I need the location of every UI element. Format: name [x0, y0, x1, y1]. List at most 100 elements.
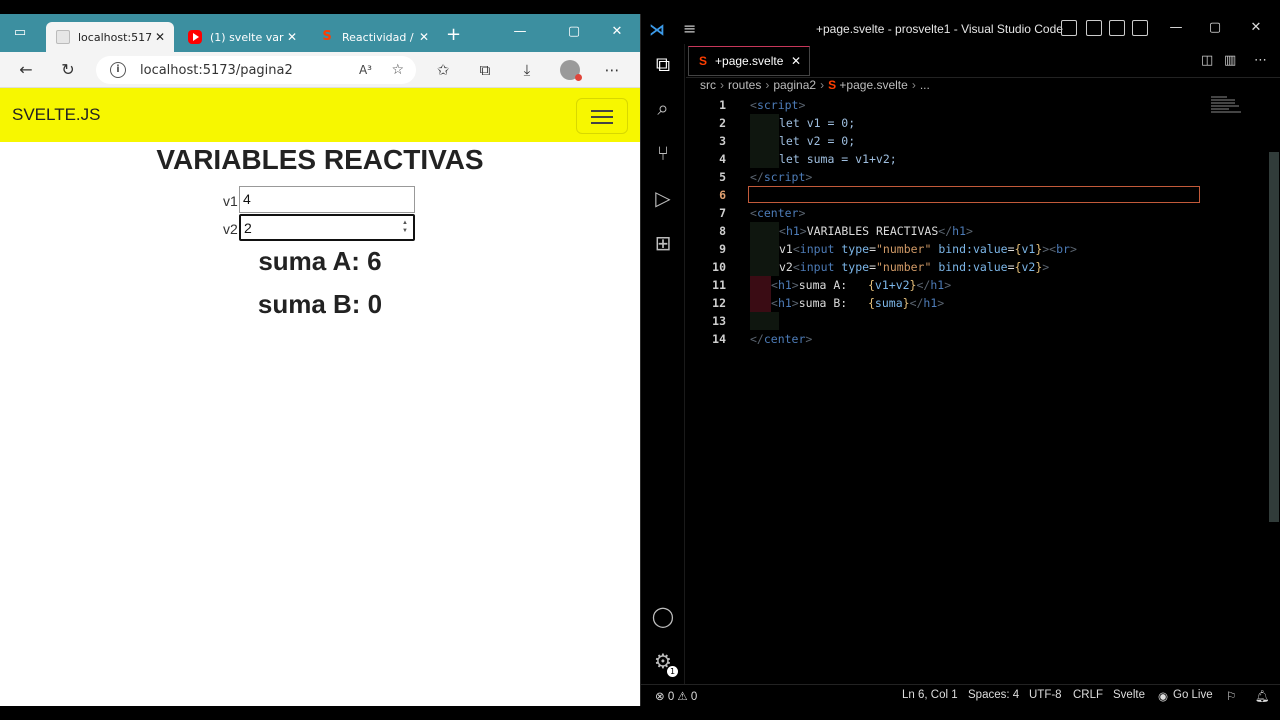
add-favorite-icon[interactable]: ☆: [391, 62, 404, 78]
page-icon: [56, 30, 70, 44]
go-live-button[interactable]: Go Live: [1173, 689, 1213, 701]
problems-status[interactable]: ⊗ 0 ⚠ 0: [655, 689, 697, 703]
open-preview-icon[interactable]: ◫: [1201, 53, 1213, 68]
editor-tabs: S +page.svelte ✕ ◫ ▥ ⋯: [686, 44, 1280, 78]
browser-tab-localhost[interactable]: localhost:5173/pagina2 ✕: [46, 22, 174, 52]
search-icon[interactable]: ⌕: [649, 94, 677, 122]
editor-tab-page-svelte[interactable]: S +page.svelte ✕: [688, 46, 810, 76]
vertical-scrollbar[interactable]: [1269, 152, 1279, 522]
tab-title: localhost:5173/pagina2: [78, 30, 152, 44]
breadcrumb-item[interactable]: pagina2: [773, 78, 816, 92]
breadcrumb-item[interactable]: +page.svelte: [839, 78, 907, 92]
maximize-icon[interactable]: ▢: [564, 25, 584, 39]
favorites-icon[interactable]: ✩: [432, 60, 454, 80]
close-icon[interactable]: ✕: [284, 30, 300, 44]
v2-label: v2: [223, 221, 238, 237]
number-spinner[interactable]: ▲ ▼: [400, 219, 410, 237]
navbar: SVELTE.JS: [0, 88, 640, 142]
code-line: 8 <h1>VARIABLES REACTIVAS</h1>: [719, 222, 973, 240]
window-title: +page.svelte - prosvelte1 - Visual Studi…: [816, 22, 1063, 36]
breadcrumb-item[interactable]: src: [700, 78, 716, 92]
menu-icon[interactable]: ≡: [683, 19, 696, 38]
downloads-icon[interactable]: ⤓: [516, 60, 538, 80]
encoding-status[interactable]: UTF-8: [1029, 689, 1062, 701]
code-line: 12 <h1>suma B: {suma}</h1>: [712, 294, 945, 312]
read-aloud-icon[interactable]: A³: [359, 63, 372, 77]
vscode-window: ⋊ ≡ +page.svelte - prosvelte1 - Visual S…: [640, 14, 1280, 706]
address-bar[interactable]: i localhost:5173/pagina2 A³ ☆: [96, 56, 416, 84]
browser-toolbar: ← ↻ i localhost:5173/pagina2 A³ ☆ ✩ ⧉ ⤓ …: [0, 52, 640, 88]
desktop: ▭ localhost:5173/pagina2 ✕ (1) svelte va…: [0, 0, 1280, 720]
code-line: 1 <script>: [719, 98, 806, 112]
svelte-file-icon: S: [699, 54, 708, 68]
new-tab-icon[interactable]: +: [446, 26, 461, 44]
breadcrumb-item[interactable]: ...: [920, 78, 930, 92]
close-icon[interactable]: ✕: [152, 30, 168, 44]
hamburger-line: [591, 122, 613, 124]
activity-bar: ⧉ ⌕ ⑂ ▷ ⊞ ◯ ⚙ 1: [641, 44, 685, 690]
collections-icon[interactable]: ⧉: [474, 60, 496, 80]
editor-tab-label: +page.svelte: [715, 54, 784, 68]
source-control-icon[interactable]: ⑂: [649, 139, 677, 167]
vscode-titlebar: ⋊ ≡ +page.svelte - prosvelte1 - Visual S…: [641, 14, 1280, 44]
page-content: SVELTE.JS VARIABLES REACTIVAS v1 4 v2 2 …: [0, 88, 640, 706]
back-icon[interactable]: ←: [16, 60, 36, 80]
more-icon[interactable]: ⋯: [601, 60, 623, 80]
v1-input[interactable]: 4: [239, 186, 415, 213]
toggle-sidebar-icon[interactable]: [1061, 20, 1077, 36]
code-editor[interactable]: 1 <script> 2 let v1 = 0; 3 let v2 = 0; 4 let…: [686, 96, 1280, 686]
extensions-icon[interactable]: ⊞: [649, 229, 677, 257]
toggle-panel-icon[interactable]: [1086, 20, 1102, 36]
code-line: 3 let v2 = 0;: [719, 132, 856, 150]
current-line-highlight: [748, 186, 1200, 203]
code-line: 4 let suma = v1+v2;: [719, 150, 897, 168]
suma-a-heading: suma A: 6: [258, 246, 382, 276]
accounts-icon[interactable]: ◯: [649, 602, 677, 630]
explorer-icon[interactable]: ⧉: [649, 50, 677, 78]
minimap[interactable]: [1211, 96, 1251, 136]
customize-layout-icon[interactable]: [1132, 20, 1148, 36]
toggle-secondary-sidebar-icon[interactable]: [1109, 20, 1125, 36]
browser-tab-youtube[interactable]: (1) svelte variables reactivas ✕: [178, 22, 306, 52]
v2-input[interactable]: 2 ▲ ▼: [239, 214, 415, 241]
breadcrumb: src › routes › pagina2 › S +page.svelte ›...: [700, 78, 930, 92]
hamburger-line: [591, 110, 613, 112]
v1-value: 4: [243, 191, 251, 207]
run-debug-icon[interactable]: ▷: [649, 184, 677, 212]
window-close-icon[interactable]: ✕: [607, 25, 627, 39]
feedback-icon[interactable]: ⚐: [1226, 689, 1236, 703]
code-line: 5 </script>: [719, 170, 813, 184]
manage-gear-icon[interactable]: ⚙ 1: [649, 647, 678, 677]
close-icon[interactable]: ✕: [791, 54, 801, 68]
info-icon[interactable]: i: [110, 62, 126, 78]
svelte-icon: S: [322, 29, 332, 44]
svelte-file-icon: S: [828, 78, 840, 92]
more-actions-icon[interactable]: ⋯: [1254, 53, 1267, 68]
minimize-icon[interactable]: —: [510, 25, 530, 39]
code-line: 9 v1<input type="number" bind:value={v1}>…: [719, 240, 1077, 258]
maximize-icon[interactable]: ▢: [1205, 20, 1225, 35]
update-badge: 1: [667, 666, 678, 677]
v2-value: 2: [244, 220, 252, 236]
breadcrumb-item[interactable]: routes: [728, 78, 761, 92]
language-mode[interactable]: Svelte: [1113, 689, 1145, 701]
tab-actions-icon[interactable]: ▭: [12, 25, 28, 41]
browser-tab-svelte[interactable]: S Reactividad / Svelte ✕: [310, 22, 438, 52]
status-bar: ⊗ 0 ⚠ 0 Ln 6, Col 1 Spaces: 4 UTF-8 CRLF…: [641, 684, 1280, 706]
notifications-icon[interactable]: 🔔︎: [1255, 689, 1270, 703]
browser-window: ▭ localhost:5173/pagina2 ✕ (1) svelte va…: [0, 14, 640, 706]
split-editor-icon[interactable]: ▥: [1224, 53, 1236, 68]
eol-status[interactable]: CRLF: [1073, 689, 1103, 701]
url-text[interactable]: localhost:5173/pagina2: [140, 63, 293, 78]
indentation-status[interactable]: Spaces: 4: [968, 689, 1019, 701]
minimize-icon[interactable]: —: [1166, 20, 1186, 35]
profile-avatar[interactable]: [560, 60, 582, 81]
navbar-brand[interactable]: SVELTE.JS: [12, 105, 101, 125]
cursor-position[interactable]: Ln 6, Col 1: [902, 689, 958, 701]
suma-b-heading: suma B: 0: [257, 289, 383, 319]
close-icon[interactable]: ✕: [416, 30, 432, 44]
menu-toggle-button[interactable]: [576, 98, 628, 134]
vscode-logo-icon: ⋊: [649, 20, 665, 39]
window-close-icon[interactable]: ✕: [1246, 20, 1266, 35]
refresh-icon[interactable]: ↻: [58, 60, 78, 80]
